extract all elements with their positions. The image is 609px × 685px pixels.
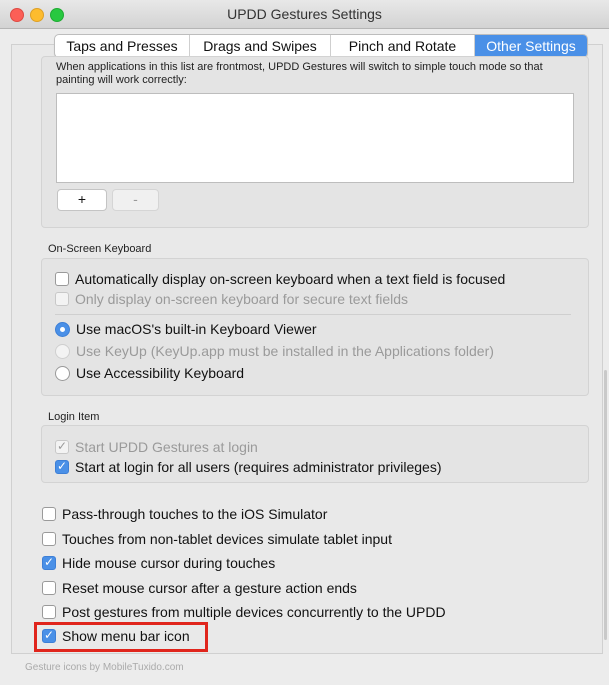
tab-pinch-and-rotate[interactable]: Pinch and Rotate <box>331 35 475 57</box>
accessibility-keyboard-radio[interactable] <box>55 366 70 381</box>
show-menu-bar-icon-checkbox[interactable] <box>42 628 56 643</box>
keyup-label: Use KeyUp (KeyUp.app must be installed i… <box>76 343 494 359</box>
show-menu-bar-icon-label: Show menu bar icon <box>62 628 190 644</box>
reset-mouse-cursor-checkbox[interactable] <box>42 581 56 595</box>
simulate-tablet-input-label: Touches from non-tablet devices simulate… <box>62 531 392 547</box>
simulate-tablet-input-checkbox[interactable] <box>42 532 56 546</box>
multiple-devices-checkbox[interactable] <box>42 605 56 619</box>
accessibility-keyboard-label: Use Accessibility Keyboard <box>76 365 245 381</box>
simple-touch-app-list[interactable] <box>56 93 574 183</box>
add-app-button[interactable]: + <box>57 189 107 211</box>
ios-simulator-passthrough-checkbox[interactable] <box>42 507 56 521</box>
builtin-keyboard-viewer-radio[interactable] <box>55 322 70 337</box>
hide-mouse-cursor-checkbox[interactable] <box>42 555 56 570</box>
tab-drags-and-swipes[interactable]: Drags and Swipes <box>190 35 331 57</box>
keyup-radio[interactable] <box>55 344 70 359</box>
window-title: UPDD Gestures Settings <box>227 6 382 22</box>
tab-other-settings[interactable]: Other Settings <box>475 35 587 57</box>
start-at-login-checkbox[interactable] <box>55 439 69 454</box>
login-all-users-checkbox[interactable] <box>55 459 69 474</box>
tab-taps-and-presses[interactable]: Taps and Presses <box>55 35 190 57</box>
ios-simulator-passthrough-label: Pass-through touches to the iOS Simulato… <box>62 506 328 522</box>
auto-display-keyboard-checkbox[interactable] <box>55 272 69 286</box>
secure-fields-only-checkbox[interactable] <box>55 292 69 306</box>
builtin-keyboard-viewer-label: Use macOS's built-in Keyboard Viewer <box>76 321 317 337</box>
reset-mouse-cursor-label: Reset mouse cursor after a gesture actio… <box>62 580 357 596</box>
vertical-scrollbar[interactable] <box>604 370 607 640</box>
login-section-label: Login Item <box>48 411 100 423</box>
start-at-login-label: Start UPDD Gestures at login <box>75 439 258 455</box>
multiple-devices-label: Post gestures from multiple devices conc… <box>62 604 446 620</box>
remove-app-button[interactable]: - <box>112 189 159 211</box>
keyboard-section-label: On-Screen Keyboard <box>48 243 152 255</box>
simple-touch-description: When applications in this list are front… <box>56 61 543 86</box>
tab-bar: Taps and Presses Drags and Swipes Pinch … <box>54 34 588 58</box>
login-all-users-label: Start at login for all users (requires a… <box>75 459 442 475</box>
hide-mouse-cursor-label: Hide mouse cursor during touches <box>62 555 276 571</box>
auto-display-keyboard-label: Automatically display on-screen keyboard… <box>75 271 506 287</box>
secure-fields-only-label: Only display on-screen keyboard for secu… <box>75 291 409 307</box>
gesture-icons-credit: Gesture icons by MobileTuxido.com <box>25 662 184 673</box>
keyboard-divider <box>55 314 571 315</box>
